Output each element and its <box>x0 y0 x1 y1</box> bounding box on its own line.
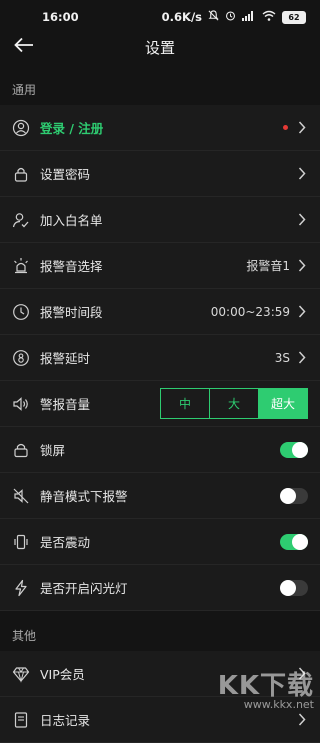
silent-alarm-toggle[interactable] <box>280 487 308 504</box>
siren-icon <box>12 257 30 275</box>
toggle-knob <box>280 487 296 504</box>
whitelist-label: 加入白名单 <box>40 213 103 228</box>
vibrate-icon <box>12 533 30 551</box>
alarm-volume-label: 警报音量 <box>40 397 91 412</box>
volume-option-large[interactable]: 大 <box>210 389 259 418</box>
chevron-right-icon <box>298 121 308 135</box>
status-time: 16:00 <box>42 10 79 24</box>
watermark: KK下载 www.kkx.net <box>218 665 314 711</box>
vibrate-row: 是否震动 <box>0 519 320 565</box>
section-header-general: 通用 <box>0 73 320 105</box>
login-label: 登录 / 注册 <box>40 121 104 136</box>
flashlight-row: 是否开启闪光灯 <box>0 565 320 611</box>
chevron-right-icon <box>298 305 308 319</box>
volume-option-medium[interactable]: 中 <box>161 389 210 418</box>
lock-icon <box>12 165 30 183</box>
alarm-sound-label: 报警音选择 <box>40 259 103 274</box>
battery-icon: 62 <box>282 10 306 24</box>
watermark-logo: KK下载 <box>217 671 314 701</box>
alarm-clock-icon <box>225 10 236 24</box>
speaker-mute-icon <box>12 487 30 505</box>
volume-segmented-control: 中 大 超大 <box>160 388 308 419</box>
login-row[interactable]: 登录 / 注册 <box>0 105 320 151</box>
notification-dot <box>283 125 288 130</box>
signal-icon <box>242 10 256 24</box>
user-check-icon <box>12 211 30 229</box>
alarm-sound-row[interactable]: 报警音选择 报警音1 <box>0 243 320 289</box>
document-icon <box>12 711 30 729</box>
alarm-delay-label: 报警延时 <box>40 351 91 366</box>
alarm-period-row[interactable]: 报警时间段 00:00~23:59 <box>0 289 320 335</box>
lock-screen-toggle[interactable] <box>280 441 308 458</box>
delay-timer-icon <box>12 349 30 367</box>
log-label: 日志记录 <box>40 713 91 728</box>
silent-alarm-row: 静音模式下报警 <box>0 473 320 519</box>
status-icons: 0.6K/s 62 <box>162 10 306 24</box>
chevron-right-icon <box>298 259 308 273</box>
toggle-knob <box>292 441 308 458</box>
page-title: 设置 <box>144 38 175 57</box>
alarm-delay-value: 3S <box>274 350 290 365</box>
alarm-delay-row[interactable]: 报警延时 3S <box>0 335 320 381</box>
chevron-right-icon <box>298 713 308 727</box>
volume-option-extra-large[interactable]: 超大 <box>259 389 307 418</box>
speaker-icon <box>12 395 30 413</box>
clock-icon <box>12 303 30 321</box>
lightning-icon <box>12 579 30 597</box>
wifi-icon <box>262 10 276 24</box>
nav-bar: 设置 <box>0 34 320 60</box>
alarm-sound-value: 报警音1 <box>246 259 290 273</box>
chevron-right-icon <box>298 167 308 181</box>
flashlight-toggle[interactable] <box>280 579 308 596</box>
chevron-right-icon <box>298 213 308 227</box>
whitelist-row[interactable]: 加入白名单 <box>0 197 320 243</box>
chevron-right-icon <box>298 351 308 365</box>
padlock-icon <box>12 441 30 459</box>
lock-screen-row: 锁屏 <box>0 427 320 473</box>
alarm-period-label: 报警时间段 <box>40 305 103 320</box>
password-row[interactable]: 设置密码 <box>0 151 320 197</box>
network-speed: 0.6K/s <box>161 10 202 24</box>
diamond-icon <box>12 665 30 683</box>
status-bar: 16:00 0.6K/s 62 <box>0 0 320 34</box>
alarm-volume-row: 警报音量 中 大 超大 <box>0 381 320 427</box>
section-header-other: 其他 <box>0 619 320 651</box>
silent-alarm-label: 静音模式下报警 <box>40 489 128 504</box>
toggle-knob <box>280 579 296 596</box>
mute-icon <box>208 10 219 24</box>
vibrate-toggle[interactable] <box>280 533 308 550</box>
password-label: 设置密码 <box>40 167 91 182</box>
alarm-period-value: 00:00~23:59 <box>210 304 290 319</box>
lock-screen-label: 锁屏 <box>40 443 66 458</box>
flashlight-label: 是否开启闪光灯 <box>40 581 128 596</box>
user-circle-icon <box>12 119 30 137</box>
vibrate-label: 是否震动 <box>40 535 91 550</box>
toggle-knob <box>292 533 308 550</box>
